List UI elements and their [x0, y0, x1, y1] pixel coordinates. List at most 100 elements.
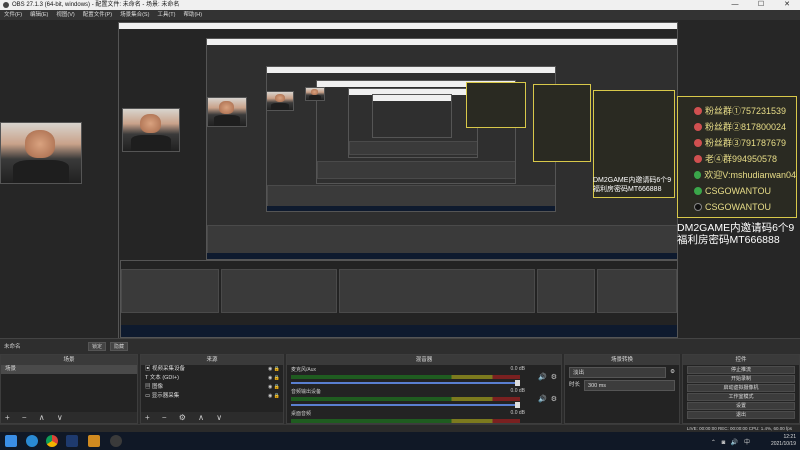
hide-button[interactable]: 隐藏 [110, 342, 129, 351]
volume-slider[interactable] [291, 380, 520, 386]
start-virtual-camera-button[interactable]: 启动虚拟摄像机 [687, 384, 795, 392]
scenes-toolbar[interactable]: + − ∧ ∨ [1, 412, 137, 423]
volume-meter [291, 397, 520, 401]
scene-info-bar: 未命名 锁定 隐藏 [0, 338, 800, 354]
promo-text-nested-line2: 福利房密码MT666888 [593, 186, 662, 193]
app-icon[interactable] [66, 435, 78, 447]
menu-scene-collection[interactable]: 场景集合(S) [116, 10, 153, 20]
volume-meter [291, 375, 520, 379]
edge-icon[interactable] [26, 435, 38, 447]
gear-icon[interactable]: ⚙ [670, 367, 675, 378]
volume-slider[interactable] [291, 402, 520, 408]
channel-db: 0.0 dB [510, 410, 525, 416]
stop-streaming-button[interactable]: 停止推流 [687, 366, 795, 374]
lock-button[interactable]: 锁定 [88, 342, 107, 351]
window-title: OBS 27.1.3 (64-bit, windows) - 配置文件: 未命名… [12, 2, 180, 8]
obs-window: OBS 27.1.3 (64-bit, windows) - 配置文件: 未命名… [0, 0, 800, 450]
obs-logo-icon [3, 2, 9, 8]
fan-info-box: 粉丝群①757231539 粉丝群②817800024 粉丝群③79178767… [677, 96, 797, 218]
status-bar: LIVE: 00:00:00 REC: 00:00:00 CPU: 1.4%, … [0, 424, 800, 432]
mixer-dock-title: 混音器 [287, 355, 561, 365]
fan-info-box-nested-1 [533, 84, 591, 162]
title-bar: OBS 27.1.3 (64-bit, windows) - 配置文件: 未命名… [0, 0, 800, 10]
visibility-lock-icons[interactable]: ◉ 🔒 [268, 374, 280, 383]
menu-edit[interactable]: 编辑(E) [26, 10, 52, 20]
visibility-lock-icons[interactable]: ◉ 🔒 [268, 365, 280, 374]
camera-icon: ▣ [145, 366, 153, 372]
fan-info-box-nested-3 [466, 82, 526, 128]
scenes-dock: 场景 场景 + − ∧ ∨ [0, 354, 138, 424]
monitor-icon: ▭ [145, 393, 152, 399]
gear-icon[interactable]: ⚙ [551, 395, 557, 403]
nested-preview-6 [372, 94, 452, 138]
qq-icon [694, 155, 702, 163]
visibility-lock-icons[interactable]: ◉ 🔒 [268, 392, 280, 401]
wechat-icon [694, 187, 702, 195]
sources-toolbar[interactable]: + − ⚙ ∧ ∨ [141, 412, 283, 423]
promo-text-line1: DM2GAME内邀请码6个9 [677, 222, 795, 234]
mixer-channel: 麦克风/Aux 0.0 dB 🔊 ⚙ [287, 365, 561, 387]
channel-db: 0.0 dB [510, 388, 525, 394]
duration-input[interactable]: 300 ms [584, 380, 675, 391]
fan-line: 粉丝群②817800024 [678, 119, 796, 135]
source-item[interactable]: ▣ 视频采集设备 ◉ 🔒 [141, 365, 283, 374]
windows-taskbar: ⌃ ◙ 🔊 中 12:21 2021/10/19 [0, 432, 800, 450]
speaker-icon[interactable]: 🔊 [538, 373, 547, 381]
close-button[interactable]: ✕ [774, 0, 800, 10]
webcam-feed [0, 122, 82, 184]
visibility-lock-icons[interactable]: ◉ 🔒 [268, 383, 280, 392]
settings-button[interactable]: 设置 [687, 402, 795, 410]
webcam-feed-nested-3 [266, 91, 294, 111]
promo-text-nested-line1: DM2GAME内邀请码6个9 [593, 177, 672, 184]
obs-taskbar-icon[interactable] [110, 435, 122, 447]
preview-canvas[interactable]: 粉丝群①757231539 粉丝群②817800024 粉丝群③79178767… [0, 20, 800, 338]
webcam-feed-nested-4 [305, 87, 325, 101]
gear-icon[interactable]: ⚙ [551, 373, 557, 381]
start-recording-button[interactable]: 开始录制 [687, 375, 795, 383]
qq-icon [694, 123, 702, 131]
studio-mode-button[interactable]: 工作室模式 [687, 393, 795, 401]
menu-profile[interactable]: 配置文件(P) [79, 10, 116, 20]
tiktok-icon [694, 203, 702, 211]
current-scene-name: 未命名 [4, 344, 21, 350]
windows-start-icon[interactable] [5, 435, 17, 447]
fan-line: 粉丝群①757231539 [678, 103, 796, 119]
sources-dock-title: 来源 [141, 355, 283, 365]
clock[interactable]: 12:21 2021/10/19 [771, 434, 796, 448]
scene-transitions-dock: 场景转换 淡出 ⚙ 时长 300 ms [564, 354, 680, 424]
source-item[interactable]: ▭ 显示器采集 ◉ 🔒 [141, 392, 283, 401]
scene-item[interactable]: 场景 [1, 365, 137, 374]
channel-db: 0.0 dB [510, 366, 525, 372]
webcam-feed-nested-2 [207, 97, 247, 127]
fan-line: CSGOWANTOU [678, 183, 796, 199]
promo-text-line2: 福利房密码MT666888 [677, 234, 780, 246]
chrome-icon[interactable] [46, 435, 58, 447]
qq-icon [694, 107, 702, 115]
transition-type-select[interactable]: 淡出 [569, 367, 667, 378]
fan-line: 欢迎V:mshudianwan04 [678, 167, 796, 183]
menu-bar: 文件(F) 编辑(E) 视图(V) 配置文件(P) 场景集合(S) 工具(T) … [0, 10, 800, 20]
maximize-button[interactable]: ☐ [748, 0, 774, 10]
source-item[interactable]: ▤ 图像 ◉ 🔒 [141, 383, 283, 392]
fan-line: 粉丝群③791787679 [678, 135, 796, 151]
menu-view[interactable]: 视图(V) [52, 10, 78, 20]
system-tray-icons[interactable]: ⌃ ◙ 🔊 中 [711, 437, 752, 446]
audio-mixer-dock: 混音器 麦克风/Aux 0.0 dB 🔊 ⚙ 音频输出设备 0.0 dB 🔊 ⚙… [286, 354, 562, 424]
webcam-feed-nested-1 [122, 108, 180, 152]
source-item[interactable]: T 文本 (GDI+) ◉ 🔒 [141, 374, 283, 383]
controls-dock-title: 控件 [683, 355, 799, 365]
controls-dock: 控件 停止推流 开始录制 启动虚拟摄像机 工作室模式 设置 退出 [682, 354, 800, 424]
game-launcher-icon[interactable] [88, 435, 100, 447]
image-icon: ▤ [145, 384, 153, 390]
exit-button[interactable]: 退出 [687, 411, 795, 419]
menu-help[interactable]: 帮助(H) [179, 10, 206, 20]
menu-file[interactable]: 文件(F) [0, 10, 26, 20]
duration-label: 时长 [569, 382, 581, 388]
menu-tools[interactable]: 工具(T) [153, 10, 179, 20]
speaker-icon[interactable]: 🔊 [538, 395, 547, 403]
sources-dock: 来源 ▣ 视频采集设备 ◉ 🔒 T 文本 (GDI+) ◉ 🔒 ▤ 图像 ◉ 🔒 ▭ … [140, 354, 284, 424]
transitions-dock-title: 场景转换 [565, 355, 679, 365]
minimize-button[interactable]: — [722, 0, 748, 10]
volume-meter [291, 419, 520, 423]
mixer-channel: 音频输出设备 0.0 dB 🔊 ⚙ [287, 387, 561, 409]
